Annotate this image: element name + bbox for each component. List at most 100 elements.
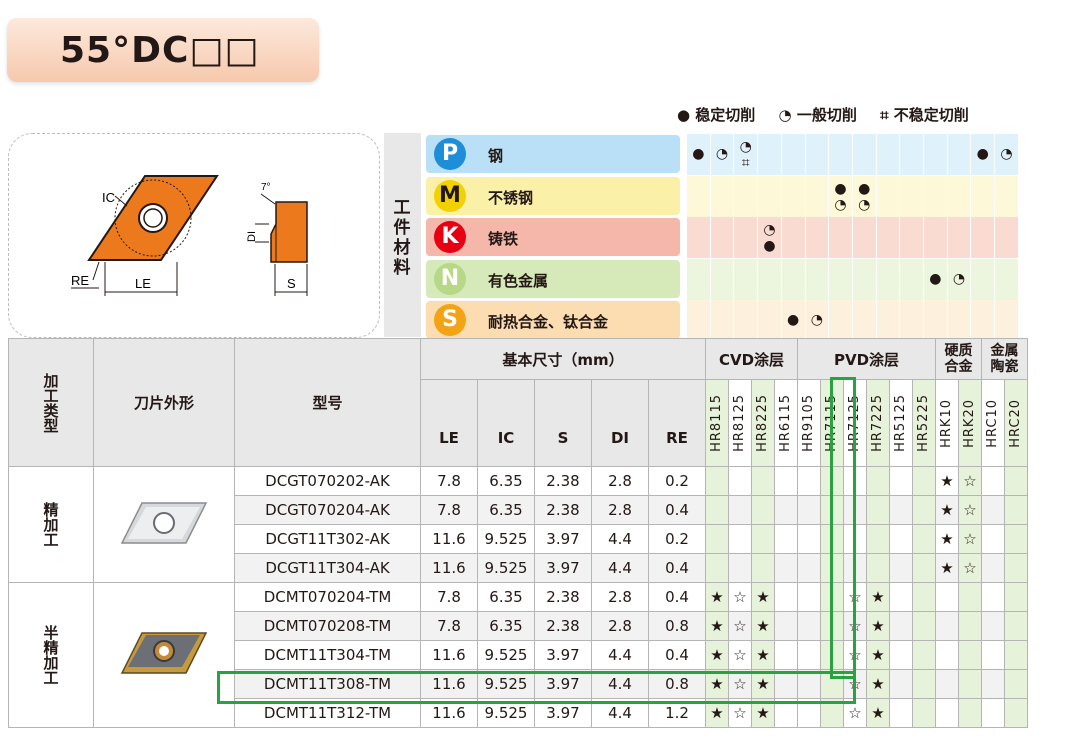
dimension-cell: 0.4: [648, 553, 706, 583]
grade-mark-cell: ★: [751, 640, 775, 670]
applicability-cell: [946, 175, 971, 217]
applicability-cell: [709, 300, 734, 341]
grade-mark-cell: [751, 524, 775, 554]
grade-mark-cell: [958, 582, 982, 612]
grade-mark-cell: [774, 640, 798, 670]
insert-table: 加工类型 刀片外形 型号 基本尺寸（mm） CVD涂层 PVD涂层 硬质合金 金…: [8, 338, 1028, 728]
applicability-cell: [733, 300, 757, 341]
applicability-cell: [875, 175, 900, 217]
applicability-cell: ● ◔: [851, 175, 876, 217]
grade-mark-cell: [889, 495, 913, 525]
grade-mark-cell: ★: [751, 582, 775, 612]
grade-mark-cell: [705, 495, 729, 525]
applicability-cell: ◔: [804, 300, 829, 341]
di-label: DI: [246, 231, 258, 242]
grade-mark-cell: [889, 669, 913, 699]
grade-mark-cell: ★: [866, 698, 890, 728]
material-name: 不锈钢: [488, 188, 534, 207]
dimension-cell: 4.4: [591, 553, 649, 583]
grade-mark-cell: [935, 640, 959, 670]
grade-mark-cell: ★: [935, 524, 959, 554]
grade-header-hrc20: HRC20: [1004, 379, 1028, 467]
table-row: 半精加工 DCMT070204-TM 7.8 6.35 2.38 2.8 0.4 ★ ☆ ★ ☆ ★: [8, 582, 1028, 728]
applicability-cell: ◔: [709, 134, 734, 175]
model-cell: DCMT070204-TM: [234, 582, 421, 612]
dimension-cell: 7.8: [420, 611, 478, 641]
grade-mark-cell: [935, 669, 959, 699]
grade-header-hrk10: HRK10: [935, 379, 959, 467]
applicability-cell: [875, 258, 900, 300]
grade-mark-cell: ★: [866, 611, 890, 641]
applicability-cell: [757, 300, 781, 341]
grade-header-hrc10: HRC10: [981, 379, 1005, 467]
dimension-cell: 0.4: [648, 640, 706, 670]
clearance-angle-label: 7°: [261, 182, 271, 193]
applicability-cell: [851, 300, 876, 341]
dimension-cell: 2.38: [534, 611, 592, 641]
dimension-cell: 4.4: [591, 640, 649, 670]
col-shape-header: 刀片外形: [93, 338, 235, 467]
applicability-cell: [899, 175, 923, 217]
applicability-cell: ●: [923, 258, 947, 300]
grade-mark-cell: ☆: [958, 524, 982, 554]
applicability-cell: [733, 217, 757, 258]
material-letter-icon: N: [434, 262, 466, 295]
grade-mark-cell: [935, 611, 959, 641]
applicability-cell: [994, 217, 1018, 258]
insert-hole: [138, 203, 168, 233]
dimension-cell: 6.35: [477, 611, 535, 641]
material-header: 工件材料: [393, 198, 411, 278]
applicability-cell: [757, 134, 781, 175]
grade-mark-cell: [866, 524, 890, 554]
grade-mark-cell: [935, 582, 959, 612]
grade-mark-cell: [797, 582, 821, 612]
applicability-cell: [686, 258, 710, 300]
page-title: 55°DC□□: [60, 30, 260, 71]
grade-mark-cell: [797, 640, 821, 670]
applicability-cell: [804, 258, 829, 300]
col-cvd-header: CVD涂层: [705, 338, 798, 380]
grade-header-hr5225: HR5225: [912, 379, 936, 467]
applicability-cell: [733, 175, 757, 217]
material-name: 有色金属: [488, 271, 549, 290]
insert-shape-image: [93, 582, 235, 728]
grade-mark-cell: [912, 524, 936, 554]
applicability-cell: [780, 258, 805, 300]
grade-mark-cell: [889, 553, 913, 583]
dimension-cell: 3.97: [534, 524, 592, 554]
grade-mark-cell: ☆: [958, 495, 982, 525]
grade-mark-cell: [981, 524, 1005, 554]
insert-diagram-box: IC RE LE 7° DI S: [8, 133, 380, 338]
dimension-cell: 4.4: [591, 524, 649, 554]
dimension-cell: 2.8: [591, 495, 649, 525]
applicability-cell: [899, 300, 923, 341]
grade-mark-cell: [774, 466, 798, 496]
applicability-cell: ● ◔: [828, 175, 852, 217]
grade-mark-cell: [889, 698, 913, 728]
table-row: 精加工 DCGT070202-AK 7.8 6.35 2.38 2.8 0.2 ★ ☆: [8, 466, 1028, 583]
applicability-row-m: ● ◔ ● ◔: [686, 175, 1018, 217]
grade-mark-cell: [797, 466, 821, 496]
dim-header-di: DI: [591, 379, 649, 467]
grade-mark-cell: [981, 611, 1005, 641]
grade-mark-cell: [958, 698, 982, 728]
applicability-cell: [686, 217, 710, 258]
grade-mark-cell: [705, 524, 729, 554]
dimension-cell: 6.35: [477, 466, 535, 496]
grade-mark-cell: [866, 466, 890, 496]
grade-mark-cell: [774, 582, 798, 612]
grade-mark-cell: [705, 466, 729, 496]
dimension-cell: 7.8: [420, 466, 478, 496]
grade-mark-cell: [958, 640, 982, 670]
applicability-cell: [946, 300, 971, 341]
grade-mark-cell: ★: [935, 553, 959, 583]
grade-mark-cell: [705, 553, 729, 583]
applicability-cell: [780, 217, 805, 258]
dimension-cell: 2.8: [591, 466, 649, 496]
applicability-cell: [970, 175, 994, 217]
grade-mark-cell: [866, 495, 890, 525]
applicability-cell: [828, 134, 852, 175]
dimension-cell: 11.6: [420, 524, 478, 554]
col-model-header: 型号: [234, 338, 421, 467]
grade-mark-cell: ☆: [958, 553, 982, 583]
